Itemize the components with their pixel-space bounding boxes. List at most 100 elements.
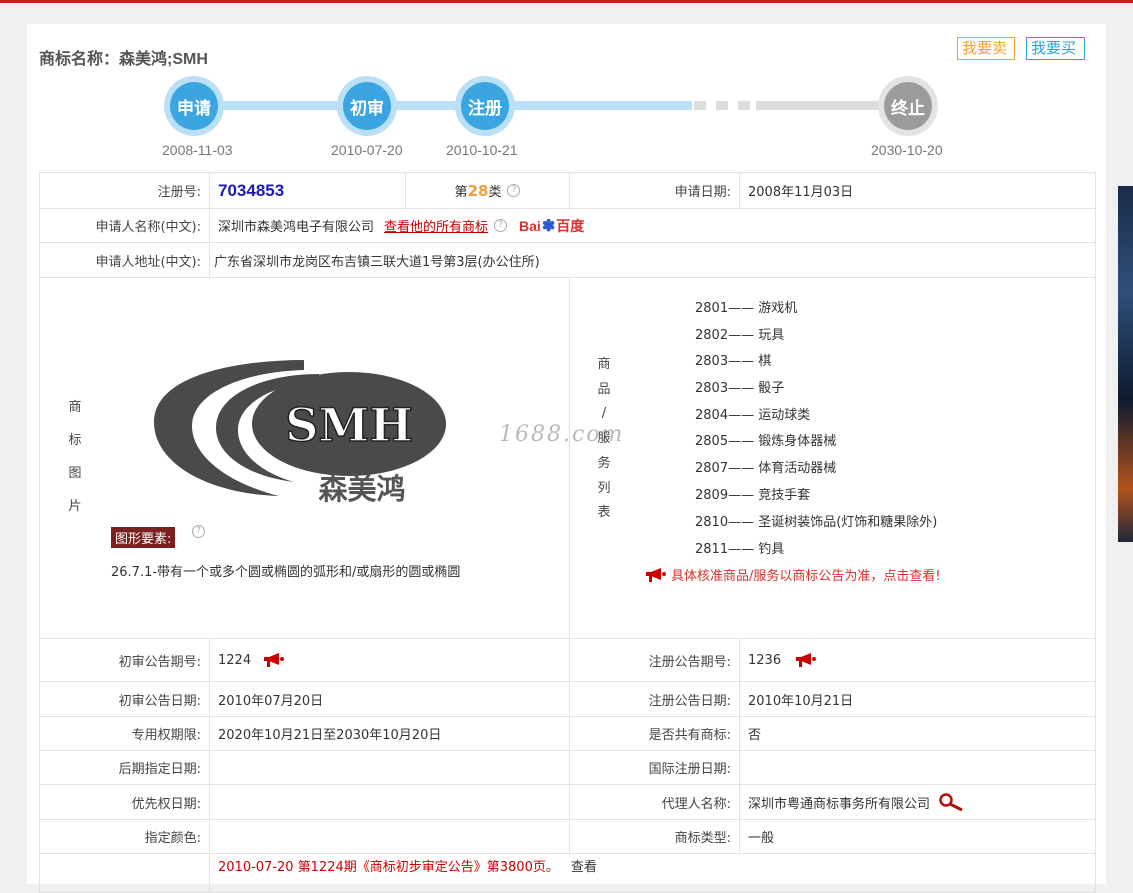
reg-notice-date-value: 2010年10月21日 (739, 681, 1096, 717)
trademark-logo-image: SMH 森美鸿 (154, 360, 446, 506)
notice-history-label (39, 853, 210, 893)
baidu-logo-text-right: 百度 (556, 217, 585, 234)
goods-dash: —— (728, 434, 755, 449)
mark-type-label: 商标类型: (569, 819, 740, 854)
priority-date-value (209, 784, 570, 820)
help-icon[interactable]: ? (494, 219, 508, 232)
help-icon[interactable]: ? (507, 184, 521, 197)
intl-date-label: 国际注册日期: (569, 750, 740, 785)
side-banner-image[interactable] (1118, 186, 1133, 542)
side-char: 商 (597, 357, 611, 372)
side-char: / (601, 406, 607, 422)
timeline-date-prelim: 2010-07-20 (331, 142, 403, 158)
side-char: 列 (597, 480, 611, 496)
timeline-date-terminate: 2030-10-20 (871, 142, 943, 158)
goods-notice-link[interactable]: 具体核准商品/服务以商标公告为准，点击查看! (637, 565, 941, 584)
goods-dash: —— (728, 461, 755, 476)
class-prefix: 第 (454, 185, 468, 200)
goods-item: 2811—— 钓具 (695, 538, 784, 557)
color-value (209, 819, 570, 854)
baidu-logo-text-left: Bai (519, 217, 541, 234)
goods-code: 2805 (695, 434, 729, 449)
notice-history-text: 2010-07-20 第1224期《商标初步审定公告》第3800页。 (218, 860, 559, 875)
prelim-date-value: 2010年07月20日 (209, 681, 570, 717)
timeline-node-terminate: 终止 (878, 76, 938, 136)
goods-name: 骰子 (758, 381, 785, 396)
goods-item: 2801—— 游戏机 (695, 297, 797, 316)
side-char: 标 (68, 433, 82, 448)
class-label: 第28类 (455, 181, 502, 200)
timeline-node-register: 注册 (455, 76, 515, 136)
side-char: 表 (597, 505, 611, 521)
goods-dash: —— (728, 328, 755, 343)
side-char: 服 (597, 431, 611, 447)
shared-mark-value: 否 (739, 716, 1096, 751)
intl-date-value (739, 750, 1096, 785)
prelim-no-cell: 1224 (209, 638, 570, 682)
side-char: 片 (68, 499, 82, 514)
timeline-node-prelim-label: 初审 (343, 82, 391, 130)
class-cell: 第28类 ? (405, 172, 570, 209)
goods-code: 2807 (695, 461, 729, 476)
goods-name: 游戏机 (758, 301, 798, 316)
goods-item: 2803—— 骰子 (695, 377, 784, 396)
agent-label: 代理人名称: (569, 784, 740, 820)
goods-dash: —— (728, 354, 755, 369)
reg-notice-date-label: 注册公告日期: (569, 681, 740, 717)
goods-dash: —— (728, 515, 755, 530)
notice-history-cell: 2010-07-20 第1224期《商标初步审定公告》第3800页。 查看 (209, 853, 1096, 893)
logo-chinese-text: 森美鸿 (318, 472, 405, 506)
exclusive-period-value: 2020年10月21日至2030年10月20日 (209, 716, 570, 751)
goods-code: 2803 (695, 381, 729, 396)
goods-item: 2804—— 运动球类 (695, 404, 810, 423)
goods-code: 2801 (695, 301, 729, 316)
megaphone-icon[interactable] (795, 653, 817, 667)
side-char: 商 (68, 400, 82, 415)
goods-code: 2802 (695, 328, 729, 343)
goods-name: 竞技手套 (758, 488, 811, 503)
megaphone-icon[interactable] (263, 653, 285, 667)
applicant-value: 深圳市森美鸿电子有限公司 (218, 220, 375, 235)
priority-date-label: 优先权日期: (39, 784, 210, 820)
goods-notice-text: 具体核准商品/服务以商标公告为准，点击查看! (671, 569, 941, 584)
side-char: 品 (597, 381, 611, 397)
timeline-node-prelim: 初审 (337, 76, 397, 136)
logo-text: SMH (285, 398, 413, 452)
reg-notice-no-value: 1236 (748, 652, 782, 668)
element-description: 26.7.1-带有一个或多个圆或椭圆的弧形和/或扇形的圆或椭圆 (111, 565, 461, 580)
megaphone-icon (646, 567, 666, 582)
reg-no-value: 7034853 (218, 180, 285, 200)
buy-button[interactable]: 我要买 (1026, 37, 1085, 60)
side-char: 务 (597, 455, 611, 471)
page-title: 商标名称：森美鸿;SMH (39, 51, 208, 68)
goods-code: 2804 (695, 408, 729, 423)
sell-button[interactable]: 我要卖 (957, 37, 1015, 60)
baidu-paw-icon: ✽ (541, 217, 556, 235)
address-label: 申请人地址(中文): (39, 242, 210, 278)
color-label: 指定颜色: (39, 819, 210, 854)
view-notice-link[interactable]: 查看 (571, 856, 597, 875)
goods-side-label: 商 品 / 服 务 列 表 (596, 353, 612, 526)
applicant-label: 申请人名称(中文): (39, 208, 210, 243)
goods-code: 2803 (695, 354, 729, 369)
address-value: 广东省深圳市龙岗区布吉镇三联大道1号第3层(办公住所) (209, 242, 1096, 278)
mark-type-value: 一般 (739, 819, 1096, 854)
reg-no-label: 注册号: (39, 172, 210, 209)
mark-image-side-label: 商 标 图 片 (67, 391, 83, 523)
reg-no-cell: 7034853 (209, 172, 406, 209)
help-icon[interactable]: ? (192, 525, 205, 538)
goods-name: 钓具 (758, 542, 785, 557)
applicant-cell: 深圳市森美鸿电子有限公司 查看他的所有商标 ? Bai ✽ 百度 (209, 208, 1096, 243)
goods-code: 2811 (695, 542, 729, 557)
goods-name: 棋 (758, 354, 772, 369)
all-marks-link[interactable]: 查看他的所有商标 (384, 216, 488, 235)
search-icon[interactable] (938, 793, 964, 811)
baidu-search-link[interactable]: Bai ✽ 百度 (519, 216, 584, 236)
timeline-date-register: 2010-10-21 (446, 142, 518, 158)
goods-name: 玩具 (758, 328, 785, 343)
timeline-line-done (194, 101, 692, 110)
reg-notice-no-label: 注册公告期号: (569, 638, 740, 682)
goods-item: 2807—— 体育活动器械 (695, 457, 836, 476)
agent-value: 深圳市粤通商标事务所有限公司 (748, 796, 931, 812)
timeline-line-gap (694, 101, 754, 110)
